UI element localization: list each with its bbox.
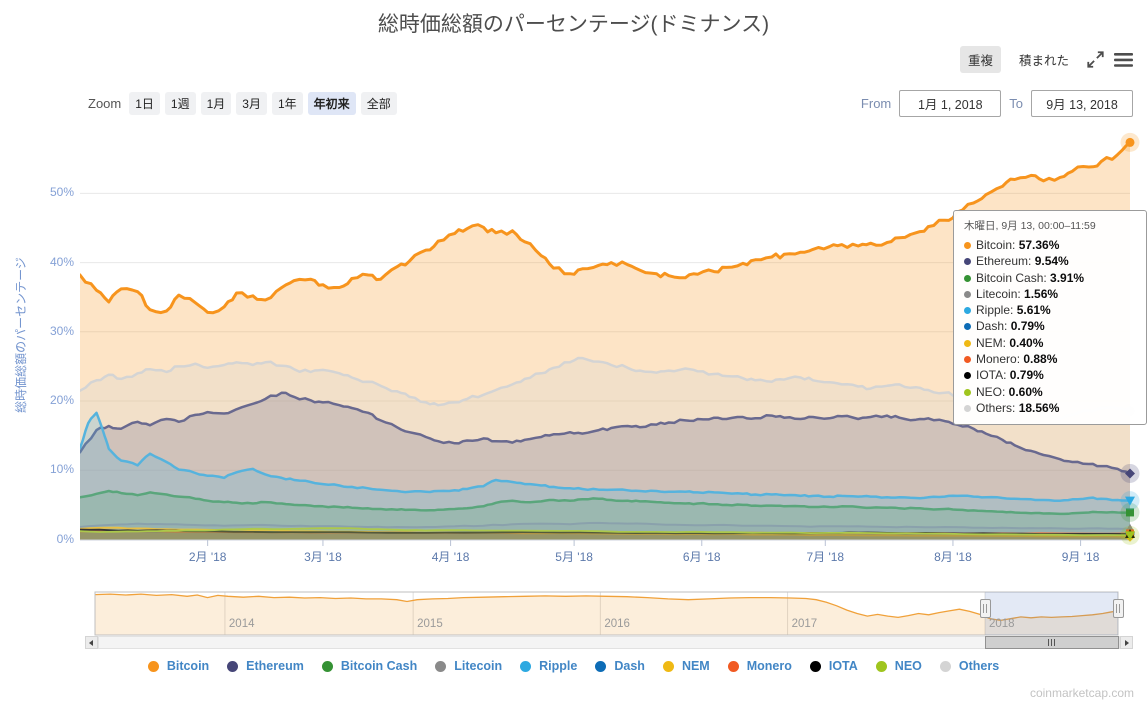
tooltip-row: Ripple: 5.61%	[964, 302, 1136, 318]
x-axis-tick-label: 3月 '18	[304, 550, 342, 564]
tooltip-series-dot	[964, 258, 971, 266]
tooltip-series-dot	[964, 307, 971, 315]
tooltip-row: Bitcoin Cash: 3.91%	[964, 270, 1136, 286]
x-axis-tick-label: 5月 '18	[555, 550, 593, 564]
tooltip-series-dot	[964, 356, 971, 364]
legend-series-dot	[147, 660, 159, 672]
y-axis-tick-label: 20%	[49, 393, 74, 408]
legend-item-ripple[interactable]: Ripple	[520, 659, 577, 673]
scrollbar-thumb[interactable]	[985, 636, 1119, 649]
tooltip-series-dot	[964, 242, 971, 249]
dominance-chart-page: 総時価総額のパーセンテージ(ドミナンス) 重複 積まれた Zoom 1日 1週 1月…	[0, 0, 1147, 709]
tooltip-row: IOTA: 0.79%	[964, 367, 1136, 383]
tooltip-row: Dash: 0.79%	[964, 318, 1136, 334]
tooltip-date: 木曜日, 9月 13, 00:00–11:59	[964, 220, 1096, 232]
y-axis-tick-label: 0%	[56, 531, 74, 546]
navigator-year-label: 2017	[791, 618, 818, 630]
navigator-handle-left[interactable]	[979, 599, 991, 618]
x-axis-tick-label: 7月 '18	[806, 550, 845, 564]
legend-series-dot	[662, 660, 674, 672]
legend-series-dot	[227, 660, 239, 672]
legend-item-dash[interactable]: Dash	[595, 659, 645, 673]
scrollbar-right-arrow-icon[interactable]	[1120, 636, 1133, 649]
x-axis-tick-label: 9月 '18	[1061, 550, 1100, 564]
tooltip-row: Others: 18.56%	[964, 400, 1136, 416]
series-legend: Bitcoin Ethereum Bitcoin Cash Litecoin Rippl…	[0, 659, 1147, 673]
y-axis-tick-label: 10%	[49, 462, 74, 477]
tooltip-series-dot	[964, 290, 971, 298]
legend-item-ethereum[interactable]: Ethereum	[227, 659, 304, 673]
tooltip-row: Ethereum: 9.54%	[964, 253, 1136, 269]
tooltip-series-dot	[964, 372, 971, 380]
legend-series-dot	[321, 660, 333, 672]
tooltip-series-dot	[964, 388, 971, 396]
tooltip-series-dot	[964, 274, 971, 282]
legend-item-monero[interactable]: Monero	[727, 659, 792, 673]
legend-series-dot	[809, 660, 821, 672]
tooltip-row: NEM: 0.40%	[964, 335, 1136, 351]
navigator-handle-right[interactable]	[1112, 599, 1124, 618]
y-axis-tick-label: 50%	[49, 185, 74, 200]
legend-series-dot	[435, 660, 447, 672]
legend-series-label: Bitcoin Cash	[340, 659, 418, 673]
watermark: coinmarketcap.com	[1029, 686, 1134, 700]
legend-item-iota[interactable]: IOTA	[809, 659, 858, 673]
legend-item-nem[interactable]: NEM	[662, 659, 710, 673]
y-axis-tick-label: 40%	[49, 254, 74, 269]
scrollbar-track[interactable]	[98, 636, 1120, 649]
legend-item-bitcoin[interactable]: Bitcoin	[147, 659, 210, 673]
navigator-year-label: 2018	[989, 618, 1015, 630]
navigator-year-label: 2014	[228, 618, 255, 630]
tooltip-series-dot	[964, 339, 971, 347]
chart-tooltip: 木曜日, 9月 13, 00:00–11:59 Bitcoin: 57.36% E…	[953, 210, 1147, 426]
tooltip-row: NEO: 0.60%	[964, 384, 1136, 400]
legend-item-others[interactable]: Others	[939, 659, 1000, 673]
tooltip-series-dot	[964, 323, 971, 331]
tooltip-row: Litecoin: 1.56%	[964, 286, 1136, 302]
legend-series-label: Monero	[746, 659, 792, 673]
x-axis-tick-label: 6月 '18	[682, 550, 721, 564]
legend-series-label: NEM	[681, 659, 710, 673]
legend-series-dot	[595, 660, 607, 672]
legend-item-neo[interactable]: NEO	[875, 659, 922, 673]
legend-series-label: IOTA	[828, 659, 858, 673]
legend-series-label: NEO	[894, 659, 922, 673]
y-axis-title: 総時価総額のパーセンテージ	[14, 257, 28, 413]
legend-series-label: Ethereum	[246, 659, 304, 673]
navigator-year-label: 2015	[417, 618, 443, 630]
x-axis-tick-label: 2月 '18	[188, 550, 227, 564]
x-axis-tick-label: 8月 '18	[934, 550, 972, 564]
legend-item-litecoin[interactable]: Litecoin	[435, 659, 502, 673]
legend-series-label: Ripple	[539, 659, 578, 673]
tooltip-series-dot	[964, 404, 971, 412]
x-axis-tick-label: 4月 '18	[431, 550, 470, 564]
legend-series-dot	[520, 660, 532, 672]
legend-series-dot	[875, 660, 887, 672]
y-axis-tick-label: 30%	[49, 323, 74, 338]
legend-series-dot	[939, 660, 951, 672]
tooltip-row: Bitcoin: 57.36%	[964, 237, 1136, 253]
legend-series-label: Dash	[614, 659, 645, 673]
legend-series-dot	[727, 660, 739, 672]
navigator-year-label: 2016	[604, 618, 630, 630]
legend-item-bitcoin-cash[interactable]: Bitcoin Cash	[321, 659, 418, 673]
scrollbar-left-arrow-icon[interactable]	[85, 636, 98, 649]
legend-series-label: Others	[958, 659, 1000, 673]
tooltip-row: Monero: 0.88%	[964, 351, 1136, 367]
legend-series-label: Bitcoin	[166, 659, 210, 673]
legend-series-label: Litecoin	[454, 659, 503, 673]
